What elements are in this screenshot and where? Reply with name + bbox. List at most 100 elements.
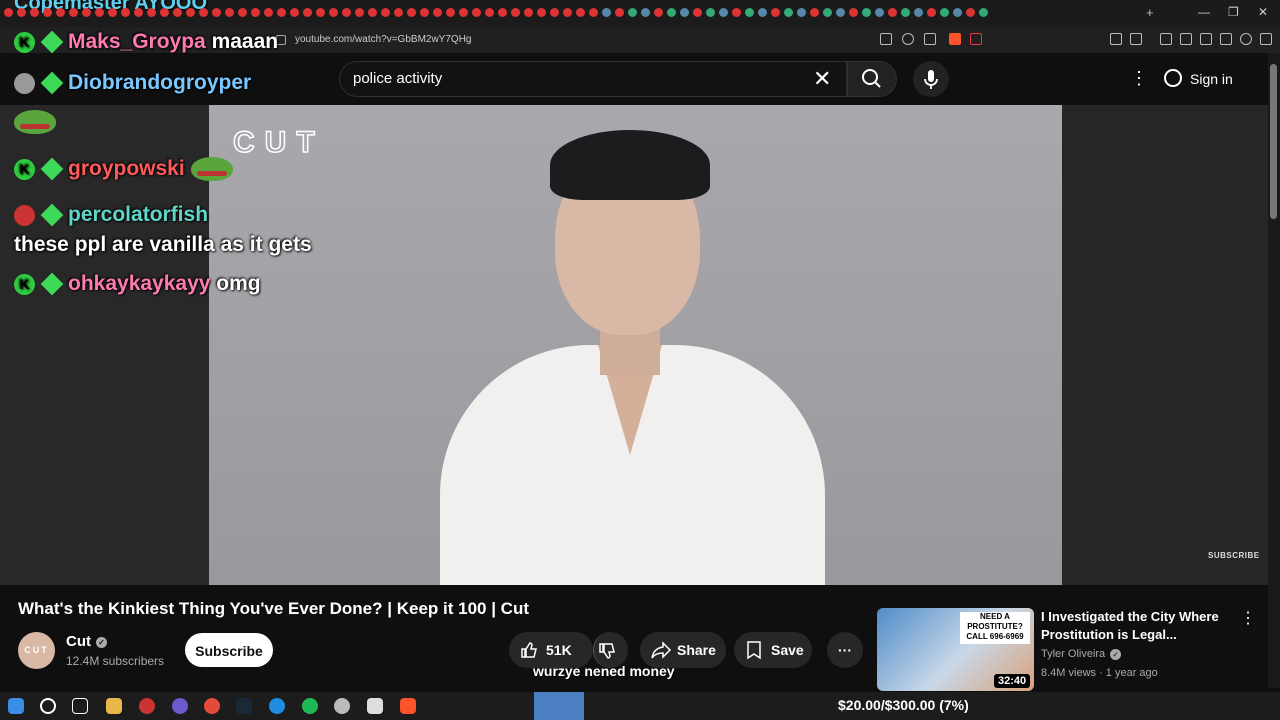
tab-favicon[interactable] xyxy=(745,8,754,17)
tab-favicon[interactable] xyxy=(914,8,923,17)
tab-favicon[interactable] xyxy=(95,8,104,17)
scrollbar-thumb[interactable] xyxy=(1270,64,1277,219)
tab-favicon[interactable] xyxy=(927,8,936,17)
tab-favicon[interactable] xyxy=(251,8,260,17)
new-tab-button[interactable]: + xyxy=(1146,5,1154,20)
tab-favicon[interactable] xyxy=(589,8,598,17)
tab-favicon[interactable] xyxy=(212,8,221,17)
subscribe-watermark[interactable]: SUBSCRIBE xyxy=(1208,551,1260,560)
tab-favicon[interactable] xyxy=(602,8,611,17)
tab-favicon[interactable] xyxy=(342,8,351,17)
tab-favicon[interactable] xyxy=(173,8,182,17)
tab-favicon[interactable] xyxy=(238,8,247,17)
voice-search-button[interactable] xyxy=(913,61,949,97)
search-taskbar-icon[interactable] xyxy=(40,698,56,714)
tab-favicon[interactable] xyxy=(186,8,195,17)
brave-shields-icon[interactable] xyxy=(949,33,961,45)
tab-favicon[interactable] xyxy=(563,8,572,17)
tab-favicon[interactable] xyxy=(56,8,65,17)
tab-favicon[interactable] xyxy=(797,8,806,17)
tab-favicon[interactable] xyxy=(4,8,13,17)
chrome-icon[interactable] xyxy=(204,698,220,714)
tab-favicon[interactable] xyxy=(576,8,585,17)
settings-menu-icon[interactable]: ⋮ xyxy=(1130,68,1148,89)
tab-favicon[interactable] xyxy=(849,8,858,17)
tab-favicon[interactable] xyxy=(537,8,546,17)
tab-favicon[interactable] xyxy=(953,8,962,17)
brave-vpn-icon[interactable] xyxy=(1240,33,1252,45)
tab-favicon[interactable] xyxy=(875,8,884,17)
tab-favicon[interactable] xyxy=(303,8,312,17)
tab-favicon[interactable] xyxy=(706,8,715,17)
active-task[interactable] xyxy=(534,692,584,720)
tab-favicon[interactable] xyxy=(43,8,52,17)
steam-icon[interactable] xyxy=(236,698,252,714)
tab-favicon[interactable] xyxy=(550,8,559,17)
tab-favicon[interactable] xyxy=(121,8,130,17)
tab-favicon[interactable] xyxy=(290,8,299,17)
share-page-icon[interactable] xyxy=(924,33,936,45)
tab-favicon[interactable] xyxy=(82,8,91,17)
task-view-icon[interactable] xyxy=(72,698,88,714)
tab-favicon[interactable] xyxy=(966,8,975,17)
tab-favicon[interactable] xyxy=(355,8,364,17)
tab-favicon[interactable] xyxy=(407,8,416,17)
tab-favicon[interactable] xyxy=(498,8,507,17)
media-icon[interactable] xyxy=(1160,33,1172,45)
channel-avatar[interactable]: CUT xyxy=(18,632,55,669)
tab-favicon[interactable] xyxy=(368,8,377,17)
tab-favicon[interactable] xyxy=(264,8,273,17)
extensions-icon[interactable] xyxy=(1110,33,1122,45)
obs-icon[interactable] xyxy=(139,698,155,714)
tab-favicon[interactable] xyxy=(667,8,676,17)
app-icon[interactable] xyxy=(334,698,350,714)
recommended-channel[interactable]: Tyler Oliveira ✓ xyxy=(1041,648,1122,660)
subscribe-button[interactable]: Subscribe xyxy=(185,633,273,667)
tab-favicon[interactable] xyxy=(446,8,455,17)
tab-favicon[interactable] xyxy=(316,8,325,17)
tab-favicon[interactable] xyxy=(524,8,533,17)
more-actions-button[interactable]: ··· xyxy=(827,632,863,668)
cast-icon[interactable] xyxy=(880,33,892,45)
tab-favicon[interactable] xyxy=(199,8,208,17)
tab-favicon[interactable] xyxy=(17,8,26,17)
file-explorer-icon[interactable] xyxy=(106,698,122,714)
spotify-icon[interactable] xyxy=(302,698,318,714)
tab-favicon[interactable] xyxy=(225,8,234,17)
tab-favicon[interactable] xyxy=(901,8,910,17)
tab-favicon[interactable] xyxy=(381,8,390,17)
recommendation-menu-icon[interactable]: ⋮ xyxy=(1240,608,1256,628)
wallet-icon[interactable] xyxy=(1200,33,1212,45)
tab-favicon[interactable] xyxy=(134,8,143,17)
tab-favicon[interactable] xyxy=(433,8,442,17)
tab-favicon[interactable] xyxy=(472,8,481,17)
channel-name-text[interactable]: Cut xyxy=(66,633,91,650)
tab-favicon[interactable] xyxy=(147,8,156,17)
tab-favicon[interactable] xyxy=(940,8,949,17)
menu-icon[interactable] xyxy=(1260,33,1272,45)
tab-favicon[interactable] xyxy=(979,8,988,17)
tab-favicon[interactable] xyxy=(160,8,169,17)
minimize-button[interactable]: — xyxy=(1198,5,1210,19)
discord-icon[interactable] xyxy=(172,698,188,714)
recommended-channel-name[interactable]: Tyler Oliveira xyxy=(1041,648,1105,660)
tab-favicon[interactable] xyxy=(628,8,637,17)
clear-search-icon[interactable]: ✕ xyxy=(813,66,831,92)
app-icon-2[interactable] xyxy=(367,698,383,714)
tab-favicon[interactable] xyxy=(394,8,403,17)
tab-favicon[interactable] xyxy=(771,8,780,17)
tab-favicon[interactable] xyxy=(888,8,897,17)
tab-favicon[interactable] xyxy=(784,8,793,17)
tab-favicon[interactable] xyxy=(108,8,117,17)
tab-favicon[interactable] xyxy=(719,8,728,17)
tab-favicon[interactable] xyxy=(615,8,624,17)
close-window-button[interactable]: ✕ xyxy=(1258,5,1268,19)
recommended-title[interactable]: I Investigated the City Where Prostituti… xyxy=(1041,608,1231,644)
tab-favicon[interactable] xyxy=(823,8,832,17)
search-button[interactable] xyxy=(847,61,897,97)
sidebar-icon[interactable] xyxy=(1180,33,1192,45)
tab-search-icon[interactable] xyxy=(1130,33,1142,45)
start-icon[interactable] xyxy=(8,698,24,714)
sign-in-button[interactable]: Sign in xyxy=(1164,64,1248,94)
vpn-icon[interactable] xyxy=(1220,33,1232,45)
